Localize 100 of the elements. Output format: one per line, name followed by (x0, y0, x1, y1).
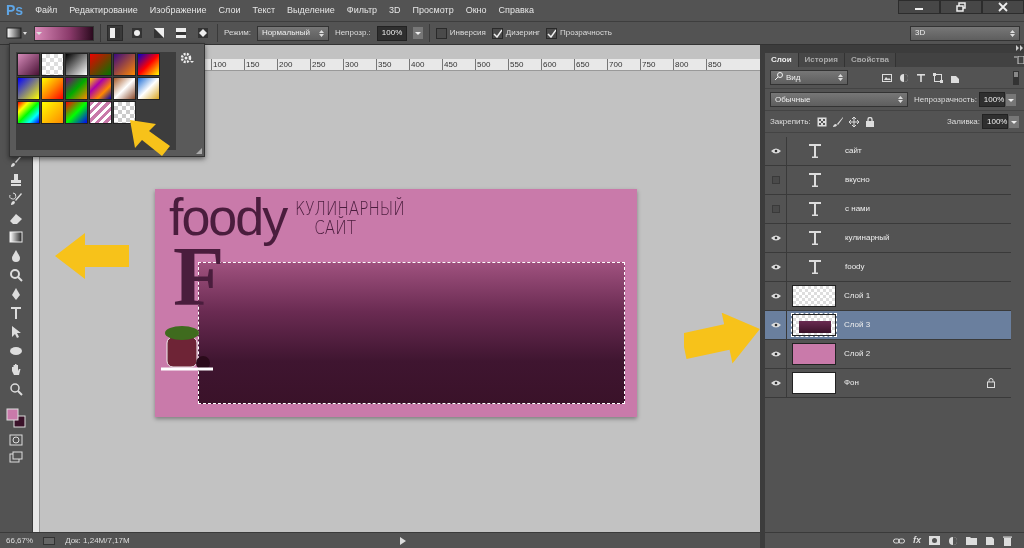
link-icon[interactable] (893, 536, 905, 545)
workspace-dropdown[interactable]: 3D (910, 25, 1020, 41)
play-icon[interactable] (399, 536, 406, 545)
gradient-swatch[interactable] (17, 77, 40, 100)
layer-row[interactable]: сайт (765, 137, 1011, 166)
menu-item[interactable]: Справка (498, 3, 534, 18)
panel-menu-icon[interactable] (1014, 56, 1024, 64)
stamp-icon[interactable] (9, 173, 23, 187)
zoom-icon[interactable] (9, 382, 23, 396)
trash-icon[interactable] (1003, 535, 1012, 546)
eye-icon[interactable] (770, 235, 781, 241)
ellipse-icon[interactable] (9, 344, 23, 358)
restore-button[interactable] (940, 0, 982, 14)
checkbox[interactable] (435, 27, 447, 39)
opacity-field[interactable]: 100% (978, 92, 1005, 107)
layer-row[interactable]: с нами (765, 195, 1011, 224)
layer-row[interactable]: foody (765, 253, 1011, 282)
eye-icon[interactable] (770, 351, 781, 357)
eye-icon[interactable] (770, 322, 781, 328)
gradient-tool-icon[interactable] (6, 26, 28, 40)
gradient-swatch[interactable] (89, 101, 112, 124)
close-button[interactable] (982, 0, 1024, 14)
menu-item[interactable]: Изображение (149, 3, 207, 18)
gradient-swatch[interactable] (65, 77, 88, 100)
eye-icon[interactable] (770, 293, 781, 299)
menu-item[interactable]: Редактирование (69, 3, 138, 18)
gradient-icon[interactable] (9, 230, 23, 244)
eye-icon[interactable] (770, 148, 781, 154)
panel-tab[interactable]: Слои (765, 53, 799, 67)
effects-button[interactable]: fx (913, 533, 921, 548)
gradient-swatch[interactable] (65, 101, 88, 124)
move-lock-icon[interactable] (848, 116, 859, 127)
drop-icon[interactable] (9, 249, 23, 263)
caret-button-icon[interactable] (412, 27, 423, 39)
gradient-swatch[interactable] (113, 77, 136, 100)
gradient-swatch[interactable] (89, 53, 112, 76)
folder-icon[interactable] (966, 536, 977, 545)
panel-tab[interactable]: Свойства (844, 53, 896, 67)
text-tool-icon[interactable] (9, 306, 23, 320)
radial-gradient-button[interactable] (129, 25, 145, 41)
gradient-swatch[interactable] (89, 77, 112, 100)
menu-item[interactable]: Файл (35, 3, 58, 18)
gradient-swatch[interactable] (137, 53, 160, 76)
adjustment-icon[interactable] (948, 535, 958, 546)
gradient-preview-dropdown[interactable] (34, 25, 94, 41)
menu-item[interactable]: Слои (218, 3, 241, 18)
caret-button-icon[interactable] (1005, 93, 1016, 106)
linear-gradient-button[interactable] (107, 25, 123, 41)
menu-item[interactable]: Текст (252, 3, 276, 18)
zoom-toggle-icon[interactable] (43, 536, 56, 545)
gradient-swatch[interactable] (41, 53, 64, 76)
hand-icon[interactable] (9, 363, 23, 377)
lock-icon[interactable] (864, 116, 875, 127)
layer-row[interactable]: Фон (765, 369, 1011, 398)
gradient-swatch[interactable] (41, 77, 64, 100)
reflected-gradient-button[interactable] (173, 25, 189, 41)
adjustment-filter-icon[interactable] (899, 72, 909, 83)
blend-mode-dropdown[interactable]: Обычные (770, 92, 908, 107)
caret-button-icon[interactable] (1009, 115, 1019, 128)
filter-toggle-icon[interactable] (1013, 70, 1019, 85)
menu-item[interactable]: 3D (389, 3, 401, 18)
angle-gradient-button[interactable] (151, 25, 167, 41)
resize-grip-icon[interactable] (196, 148, 202, 154)
gradient-swatch[interactable] (113, 101, 136, 124)
gradient-swatch[interactable] (17, 101, 40, 124)
gradient-swatch[interactable] (65, 53, 88, 76)
minimize-button[interactable] (898, 0, 940, 14)
menu-item[interactable]: Выделение (287, 3, 335, 18)
type-filter-icon[interactable] (916, 72, 926, 83)
gradient-swatch[interactable] (41, 101, 64, 124)
shape-filter-icon[interactable] (933, 72, 943, 83)
mode-dropdown[interactable]: Нормальный (256, 25, 329, 41)
image-filter-icon[interactable] (882, 72, 892, 83)
magnifier-icon[interactable] (9, 268, 23, 282)
layer-row[interactable]: вкусно (765, 166, 1011, 195)
layer-row[interactable]: Слой 2 (765, 340, 1011, 369)
quick-mask-icon[interactable] (9, 434, 23, 446)
brush-lock-icon[interactable] (832, 116, 843, 127)
settings-icon[interactable] (180, 52, 194, 64)
checkbox[interactable] (546, 27, 558, 39)
panel-tab[interactable]: История (798, 53, 845, 67)
menu-item[interactable]: Фильтр (346, 3, 378, 18)
history-brush-icon[interactable] (9, 192, 23, 206)
layer-row[interactable]: Слой 3 (765, 311, 1011, 340)
lock-pixels-icon[interactable] (816, 116, 827, 127)
gradient-swatch[interactable] (137, 77, 160, 100)
layer-row[interactable]: кулинарный (765, 224, 1011, 253)
fill-field[interactable]: 100% (982, 114, 1008, 129)
pen-icon[interactable] (9, 287, 23, 301)
new-layer-icon[interactable] (985, 535, 995, 546)
menu-item[interactable]: Просмотр (412, 3, 454, 18)
color-swatches-icon[interactable] (6, 407, 26, 429)
gradient-swatch[interactable] (113, 53, 136, 76)
eraser-icon[interactable] (9, 211, 23, 225)
gradient-swatch[interactable] (17, 53, 40, 76)
layer-row[interactable]: Слой 1 (765, 282, 1011, 311)
screen-mode-icon[interactable] (9, 451, 23, 463)
filter-dropdown[interactable]: Вид (770, 70, 848, 85)
opacity-field[interactable]: 100% (376, 25, 407, 41)
eye-icon[interactable] (770, 264, 781, 270)
